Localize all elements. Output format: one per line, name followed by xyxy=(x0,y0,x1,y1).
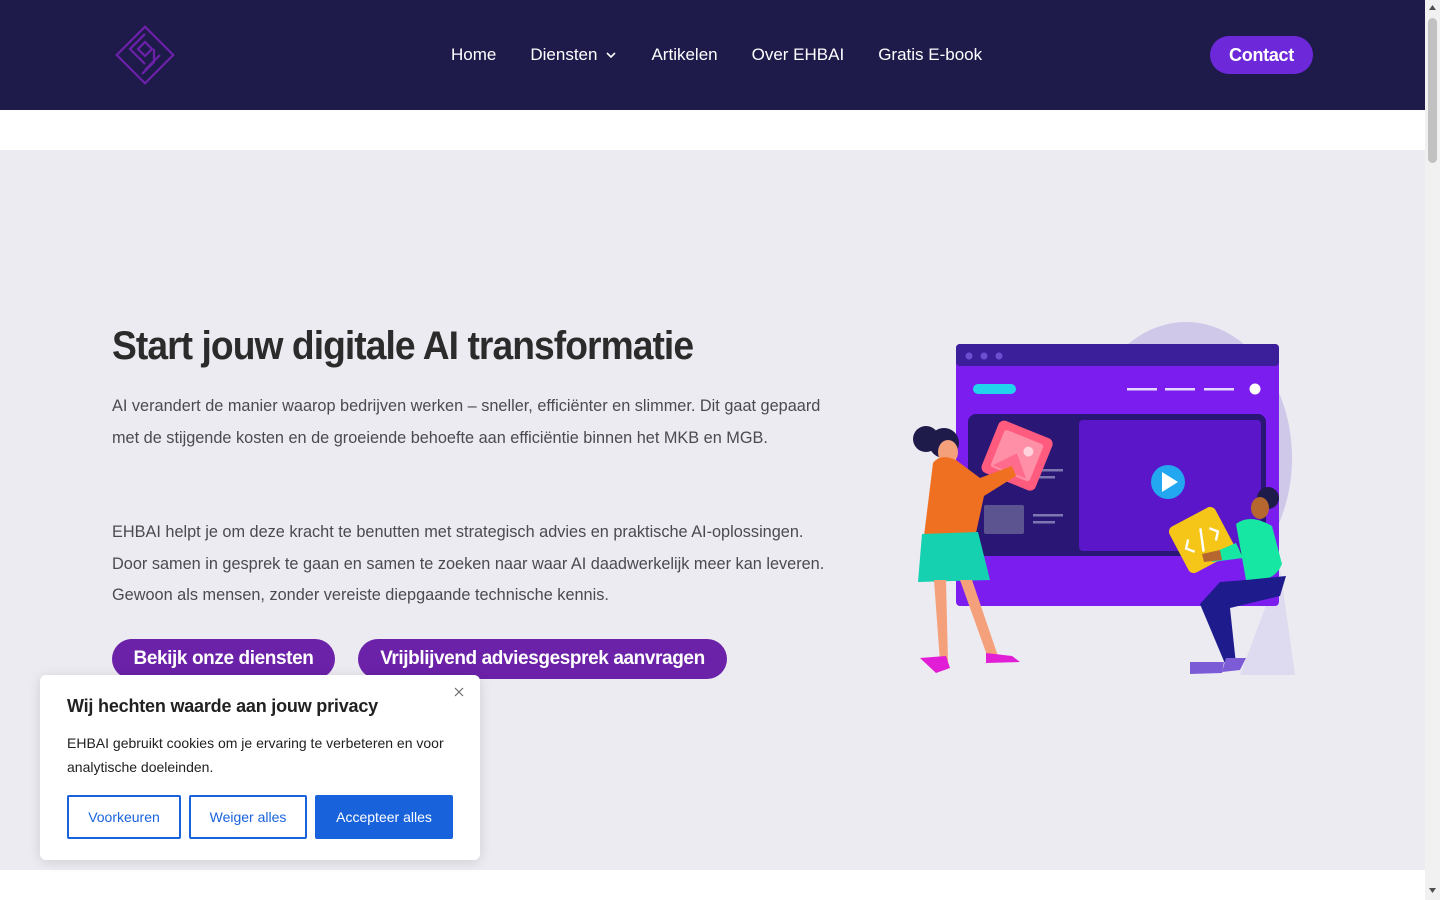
scroll-down-arrow-icon[interactable] xyxy=(1428,886,1437,895)
nav-gratis-ebook[interactable]: Gratis E-book xyxy=(878,45,982,65)
cookie-accept-button[interactable]: Accepteer alles xyxy=(315,795,453,839)
contact-button[interactable]: Contact xyxy=(1210,36,1313,74)
scrollbar[interactable] xyxy=(1425,0,1440,900)
nav-artikelen[interactable]: Artikelen xyxy=(651,45,717,65)
scroll-thumb[interactable] xyxy=(1428,18,1437,163)
close-icon[interactable] xyxy=(452,685,466,699)
nav-over-ehbai-label: Over EHBAI xyxy=(751,45,845,64)
nav-home[interactable]: Home xyxy=(451,45,496,65)
cookie-title: Wij hechten waarde aan jouw privacy xyxy=(67,696,378,716)
view-services-button[interactable]: Bekijk onze diensten xyxy=(112,639,335,679)
nav-gratis-ebook-label: Gratis E-book xyxy=(878,45,983,64)
cookie-reject-button[interactable]: Weiger alles xyxy=(189,795,307,839)
nav-artikelen-label: Artikelen xyxy=(651,45,718,64)
hero-title: Start jouw digitale AI transformatie xyxy=(112,324,694,368)
hero-illustration xyxy=(913,322,1295,675)
nav-over-ehbai[interactable]: Over EHBAI xyxy=(752,45,845,65)
scroll-up-arrow-icon[interactable] xyxy=(1428,3,1437,12)
ehbai-logo[interactable] xyxy=(112,22,178,88)
nav-diensten-label: Diensten xyxy=(530,45,598,64)
request-advice-button[interactable]: Vrijblijvend adviesgesprek aanvragen xyxy=(358,639,727,679)
cookie-banner: Wij hechten waarde aan jouw privacy EHBA… xyxy=(40,675,480,860)
hero-paragraph-2: EHBAI helpt je om deze kracht te benutte… xyxy=(112,523,825,605)
cookie-preferences-button[interactable]: Voorkeuren xyxy=(67,795,181,839)
nav-home-label: Home xyxy=(451,45,497,64)
cookie-text: EHBAI gebruikt cookies om je ervaring te… xyxy=(67,735,444,775)
main-nav: Home Diensten Artikelen Over EHBAI Grati… xyxy=(451,0,982,110)
nav-diensten[interactable]: Diensten xyxy=(530,45,617,65)
site-header: Home Diensten Artikelen Over EHBAI Grati… xyxy=(0,0,1425,110)
chevron-down-icon xyxy=(606,52,617,59)
hero-paragraph-1: AI verandert de manier waarop bedrijven … xyxy=(112,397,821,447)
